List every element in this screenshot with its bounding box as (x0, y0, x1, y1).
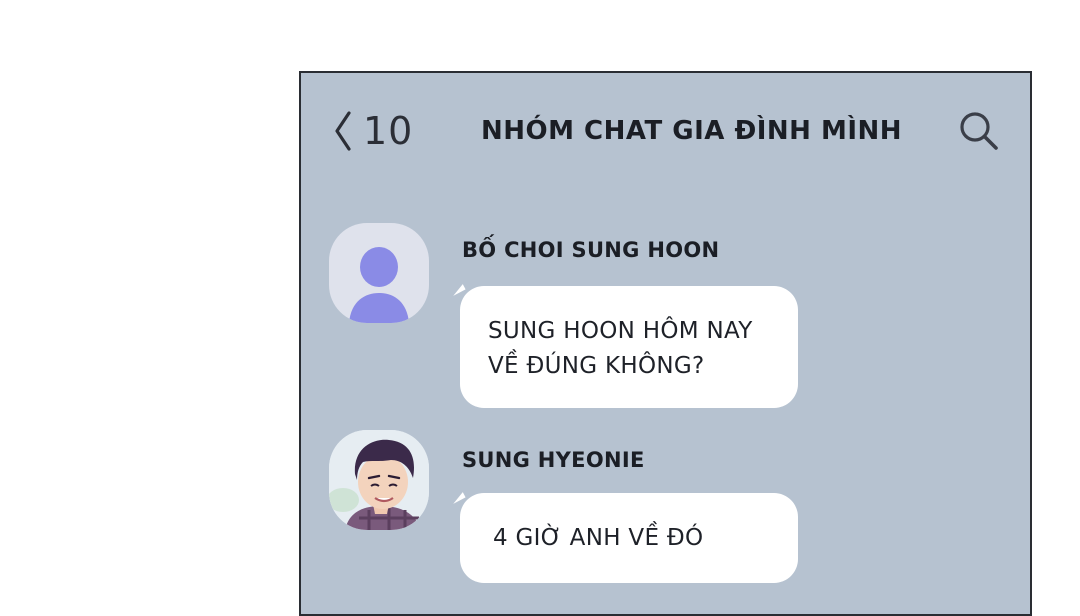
search-button[interactable] (957, 109, 1001, 157)
chat-window: 10 NHÓM CHAT GIA ĐÌNH MÌNH BỐ CHOI SUNG … (299, 71, 1032, 616)
bubble-tail (450, 492, 466, 504)
sender-name: SUNG HYEONIE (462, 448, 645, 472)
back-button[interactable]: 10 (333, 109, 413, 153)
message-line: SUNG HOON HÔM NAY (488, 318, 753, 344)
bubble-tail (450, 284, 466, 296)
character-portrait-avatar (329, 430, 429, 530)
default-person-avatar (349, 247, 409, 323)
message-bubble[interactable]: 4 GIỜ ANH VỀ ĐÓ (460, 493, 798, 583)
chevron-left-icon (335, 111, 351, 151)
message-line: VỀ ĐÚNG KHÔNG? (488, 353, 705, 379)
search-icon (960, 112, 998, 150)
message-line: 4 GIỜ ANH VỀ ĐÓ (493, 525, 704, 551)
avatar[interactable] (329, 223, 429, 323)
message-bubble[interactable]: SUNG HOON HÔM NAY VỀ ĐÚNG KHÔNG? (460, 286, 798, 408)
sender-name: BỐ CHOI SUNG HOON (462, 238, 720, 262)
avatar[interactable] (329, 430, 429, 530)
unread-count: 10 (363, 109, 414, 153)
chat-header: 10 NHÓM CHAT GIA ĐÌNH MÌNH (301, 73, 1030, 191)
chat-title: NHÓM CHAT GIA ĐÌNH MÌNH (481, 116, 903, 146)
